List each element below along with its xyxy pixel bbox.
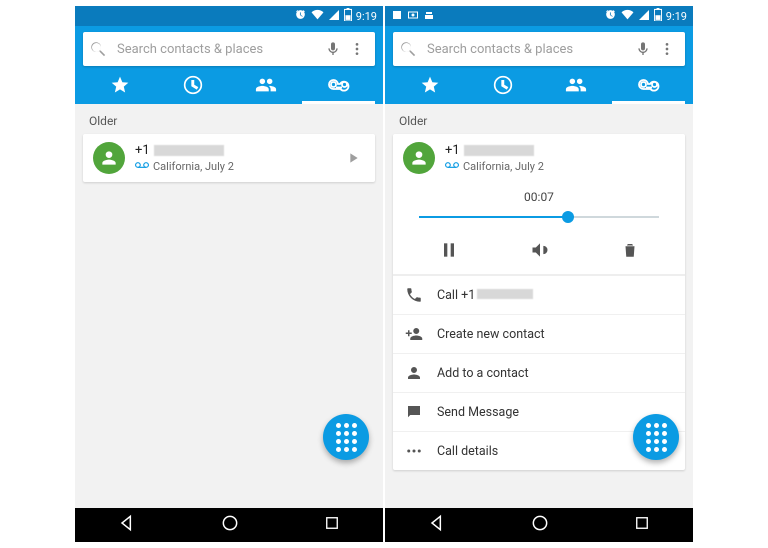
app-header: Search contacts & places <box>385 26 693 104</box>
nav-home-icon[interactable] <box>220 513 240 537</box>
tab-recents[interactable] <box>466 66 539 104</box>
dialpad-icon <box>336 423 357 452</box>
battery-icon <box>344 8 352 24</box>
status-bar: 9:19 <box>385 6 693 26</box>
nav-back-icon[interactable] <box>117 513 137 537</box>
signal-icon <box>638 9 650 24</box>
action-call-details-label: Call details <box>437 444 498 459</box>
elapsed-time: 00:07 <box>403 190 675 204</box>
android-navbar <box>75 508 383 542</box>
voicemail-card[interactable]: +1 California, July 2 <box>83 134 375 182</box>
play-icon[interactable] <box>341 150 365 166</box>
clock-text: 9:19 <box>666 10 687 23</box>
search-icon <box>399 40 417 58</box>
nav-recent-icon[interactable] <box>633 514 651 536</box>
action-add-contact[interactable]: Add to a contact <box>393 353 685 392</box>
voicemail-subtext: California, July 2 <box>153 160 234 173</box>
nav-back-icon[interactable] <box>427 513 447 537</box>
voicemail-number: +1 <box>135 143 341 158</box>
tab-bar <box>393 66 685 104</box>
mic-icon[interactable] <box>631 41 655 57</box>
seek-fill <box>419 216 568 218</box>
tab-bar <box>83 66 375 104</box>
mic-icon[interactable] <box>321 41 345 57</box>
wifi-icon <box>621 8 634 24</box>
pause-button[interactable] <box>439 240 459 260</box>
overflow-icon[interactable] <box>655 41 679 57</box>
search-icon <box>89 40 107 58</box>
dialpad-fab[interactable] <box>633 414 679 460</box>
tab-contacts[interactable] <box>539 66 612 104</box>
phone-right: 9:19 Search contacts & places Older <box>385 6 693 542</box>
wifi-icon <box>311 8 324 24</box>
app-header: Search contacts & places <box>75 26 383 104</box>
section-header: Older <box>385 104 693 134</box>
alarm-icon <box>604 8 617 24</box>
speaker-button[interactable] <box>530 240 550 260</box>
seek-bar[interactable] <box>419 208 659 226</box>
voicemail-glyph-icon <box>445 160 459 173</box>
voicemail-list: Older +1 California, July 2 <box>75 104 383 508</box>
android-navbar <box>385 508 693 542</box>
search-placeholder: Search contacts & places <box>107 42 321 57</box>
action-create-contact-label: Create new contact <box>437 327 545 342</box>
dialpad-fab[interactable] <box>323 414 369 460</box>
voicemail-number: +1 <box>445 143 675 158</box>
avatar <box>93 142 125 174</box>
voicemail-info: +1 California, July 2 <box>435 143 675 173</box>
number-prefix: +1 <box>135 143 150 158</box>
notif-app2-icon <box>407 9 419 24</box>
nav-recent-icon[interactable] <box>323 514 341 536</box>
avatar <box>403 142 435 174</box>
action-add-contact-label: Add to a contact <box>437 366 529 381</box>
section-header: Older <box>75 104 383 134</box>
tab-contacts[interactable] <box>229 66 302 104</box>
tab-favorites[interactable] <box>393 66 466 104</box>
tab-favorites[interactable] <box>83 66 156 104</box>
notif-app3-icon <box>423 9 435 24</box>
signal-icon <box>328 9 340 24</box>
search-bar[interactable]: Search contacts & places <box>393 32 685 66</box>
tab-voicemail[interactable] <box>612 66 685 104</box>
search-placeholder: Search contacts & places <box>417 42 631 57</box>
nav-home-icon[interactable] <box>530 513 550 537</box>
phone-left: 9:19 Search contacts & places Older <box>75 6 383 542</box>
tab-recents[interactable] <box>156 66 229 104</box>
action-call-label: Call +1 <box>437 288 533 303</box>
number-redacted <box>464 145 534 156</box>
overflow-icon[interactable] <box>345 41 369 57</box>
number-redacted <box>154 145 224 156</box>
voicemail-glyph-icon <box>135 160 149 173</box>
alarm-icon <box>294 8 307 24</box>
action-call[interactable]: Call +1 <box>393 275 685 314</box>
notif-app-icon <box>391 9 403 24</box>
voicemail-info: +1 California, July 2 <box>125 143 341 173</box>
action-send-message-label: Send Message <box>437 405 519 420</box>
voicemail-list: Older +1 California, July 2 <box>385 104 693 508</box>
number-prefix: +1 <box>445 143 460 158</box>
clock-text: 9:19 <box>356 10 377 23</box>
battery-icon <box>654 8 662 24</box>
tab-voicemail[interactable] <box>302 66 375 104</box>
status-bar: 9:19 <box>75 6 383 26</box>
voicemail-subtext: California, July 2 <box>463 160 544 173</box>
voicemail-header-row[interactable]: +1 California, July 2 <box>393 134 685 182</box>
action-create-contact[interactable]: Create new contact <box>393 314 685 353</box>
voicemail-player: 00:07 <box>393 182 685 274</box>
seek-thumb[interactable] <box>562 211 574 223</box>
search-bar[interactable]: Search contacts & places <box>83 32 375 66</box>
delete-button[interactable] <box>621 241 639 259</box>
dialpad-icon <box>646 423 667 452</box>
